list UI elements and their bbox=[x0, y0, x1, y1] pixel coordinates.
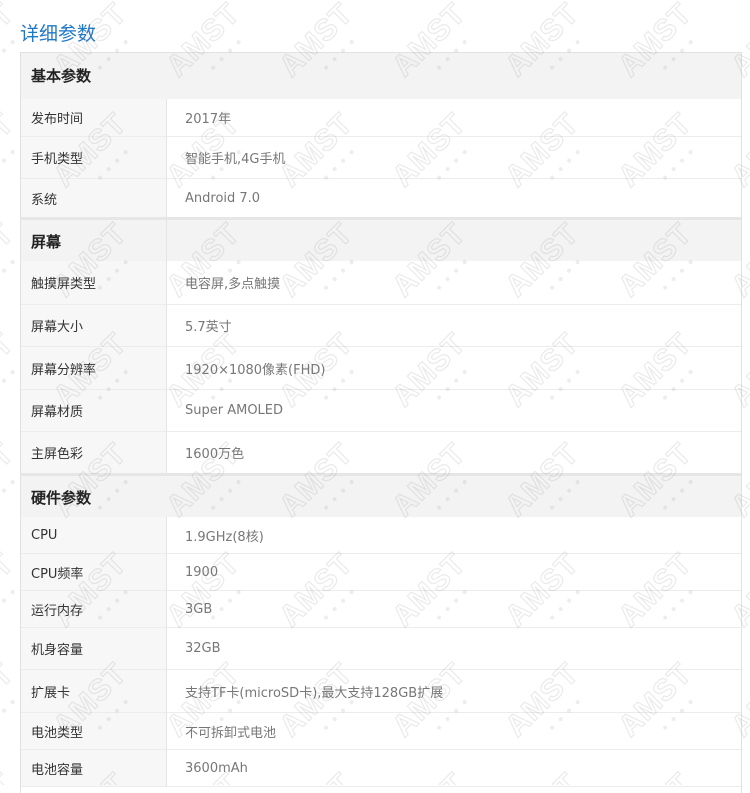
page-title: 详细参数 bbox=[20, 23, 97, 45]
spec-row-battery-capacity: 电池容量 3600mAh bbox=[21, 750, 741, 787]
spec-key: 屏幕材质 bbox=[21, 390, 167, 431]
spec-row-storage: 机身容量 32GB bbox=[21, 628, 741, 670]
spec-key: 触摸屏类型 bbox=[21, 261, 167, 304]
spec-value: 智能手机,4G手机 bbox=[185, 152, 286, 167]
spec-value: 5.7英寸 bbox=[185, 320, 232, 335]
spec-value: 1600万色 bbox=[185, 447, 245, 462]
spec-key: CPU频率 bbox=[21, 554, 167, 590]
spec-value: 支持TF卡(microSD卡),最大支持128GB扩展 bbox=[185, 685, 444, 701]
spec-key: 系统 bbox=[21, 179, 167, 217]
spec-row-touch-type: 触摸屏类型 电容屏,多点触摸 bbox=[21, 261, 741, 305]
spec-row-screen-size: 屏幕大小 5.7英寸 bbox=[21, 305, 741, 347]
group-header-basic: 基本参数 bbox=[21, 53, 741, 99]
spec-key: 机身容量 bbox=[21, 628, 167, 669]
spec-value: Super AMOLED bbox=[185, 403, 284, 418]
spec-key: CPU bbox=[21, 517, 167, 553]
spec-value: 32GB bbox=[185, 641, 221, 656]
spec-key: 运行内存 bbox=[21, 591, 167, 627]
group-header-screen: 屏幕 bbox=[21, 217, 741, 261]
spec-key: 屏幕分辨率 bbox=[21, 347, 167, 389]
spec-row-release-date: 发布时间 2017年 bbox=[21, 99, 741, 137]
spec-key: 扩展卡 bbox=[21, 670, 167, 712]
spec-value: 不可拆卸式电池 bbox=[185, 725, 277, 741]
spec-row-os: 系统 Android 7.0 bbox=[21, 179, 741, 217]
spec-value: 3600mAh bbox=[185, 760, 248, 776]
spec-row-cpu-freq: CPU频率 1900 bbox=[21, 554, 741, 591]
spec-key: 电池容量 bbox=[21, 750, 167, 786]
spec-table: 基本参数 发布时间 2017年 手机类型 智能手机,4G手机 系统 Androi… bbox=[20, 52, 742, 793]
spec-row-battery-type: 电池类型 不可拆卸式电池 bbox=[21, 713, 741, 750]
spec-key: 发布时间 bbox=[21, 99, 167, 136]
spec-value: 1.9GHz(8核) bbox=[185, 529, 264, 545]
spec-row-screen-material: 屏幕材质 Super AMOLED bbox=[21, 390, 741, 432]
spec-key: 主屏色彩 bbox=[21, 432, 167, 473]
spec-row-ram: 运行内存 3GB bbox=[21, 591, 741, 628]
spec-key: 电池类型 bbox=[21, 713, 167, 749]
spec-row-colors: 主屏色彩 1600万色 bbox=[21, 432, 741, 473]
spec-row-cpu: CPU 1.9GHz(8核) bbox=[21, 517, 741, 554]
spec-row-phone-type: 手机类型 智能手机,4G手机 bbox=[21, 137, 741, 179]
spec-value: 电容屏,多点触摸 bbox=[185, 277, 281, 292]
spec-row-expansion: 扩展卡 支持TF卡(microSD卡),最大支持128GB扩展 bbox=[21, 670, 741, 713]
group-header-hardware: 硬件参数 bbox=[21, 473, 741, 517]
spec-row-resolution: 屏幕分辨率 1920×1080像素(FHD) bbox=[21, 347, 741, 390]
spec-value: 1920×1080像素(FHD) bbox=[185, 362, 326, 378]
spec-value: 1900 bbox=[185, 564, 219, 580]
spec-value: Android 7.0 bbox=[185, 190, 261, 206]
spec-value: 2017年 bbox=[185, 112, 232, 127]
spec-value: 3GB bbox=[185, 601, 213, 617]
spec-key: 屏幕大小 bbox=[21, 305, 167, 346]
spec-key: 手机类型 bbox=[21, 137, 167, 178]
